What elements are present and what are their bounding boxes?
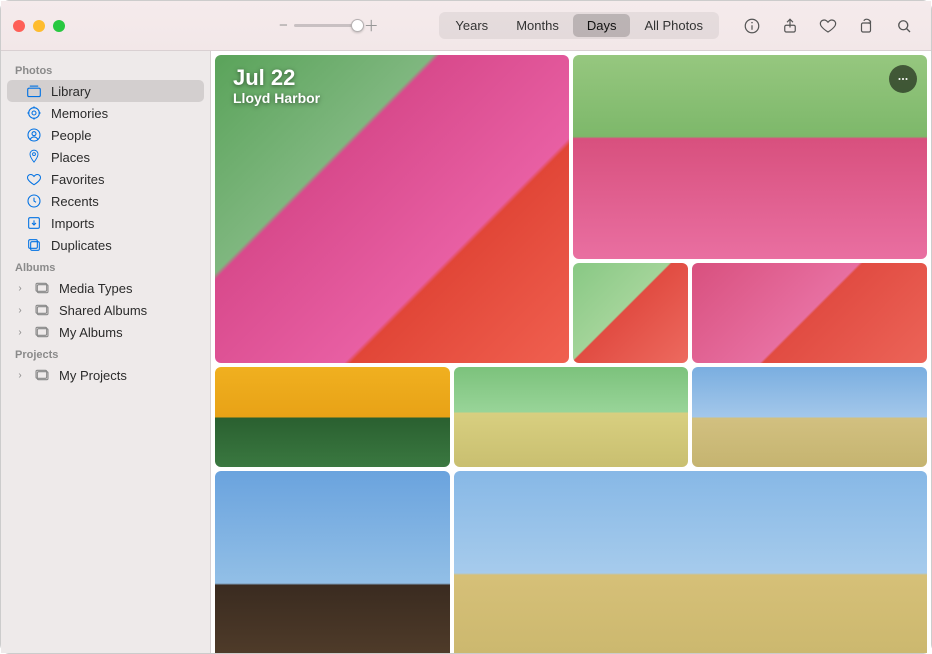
share-icon <box>781 17 799 35</box>
sidebar-item-memories[interactable]: Memories <box>7 102 204 124</box>
sidebar-section-photos: Photos <box>7 59 204 80</box>
photo-stack-icon <box>25 83 43 99</box>
window-controls <box>13 20 65 32</box>
share-button[interactable] <box>773 11 807 41</box>
search-icon <box>895 17 913 35</box>
chevron-right-icon[interactable]: › <box>15 370 25 381</box>
chevron-right-icon[interactable]: › <box>15 283 25 294</box>
sidebar-item-imports[interactable]: Imports <box>7 212 204 234</box>
photo-thumbnail[interactable] <box>692 367 927 467</box>
sidebar-item-label: Shared Albums <box>59 303 147 318</box>
zoom-window-button[interactable] <box>53 20 65 32</box>
sidebar-item-recents[interactable]: Recents <box>7 190 204 212</box>
sidebar-item-places[interactable]: Places <box>7 146 204 168</box>
photo-thumbnail[interactable] <box>692 263 927 363</box>
info-button[interactable] <box>735 11 769 41</box>
favorite-button[interactable] <box>811 11 845 41</box>
download-icon <box>25 215 43 231</box>
sidebar-item-my-albums[interactable]: › My Albums <box>7 321 204 343</box>
toolbar: − ＋ Years Months Days All Photos <box>1 1 931 51</box>
chevron-right-icon[interactable]: › <box>15 327 25 338</box>
sidebar-item-label: People <box>51 128 91 143</box>
sidebar-item-my-projects[interactable]: › My Projects <box>7 364 204 386</box>
day-location: Lloyd Harbor <box>233 90 320 106</box>
sidebar-item-label: My Albums <box>59 325 123 340</box>
photo-thumbnail[interactable] <box>573 263 688 363</box>
close-window-button[interactable] <box>13 20 25 32</box>
tab-days[interactable]: Days <box>573 14 631 37</box>
album-icon <box>33 280 51 296</box>
rotate-icon <box>857 17 875 35</box>
pin-icon <box>25 149 43 165</box>
person-circle-icon <box>25 127 43 143</box>
sidebar-item-label: Places <box>51 150 90 165</box>
sidebar-item-library[interactable]: Library <box>7 80 204 102</box>
sidebar-item-people[interactable]: People <box>7 124 204 146</box>
photo-thumbnail[interactable] <box>215 471 450 653</box>
rotate-button[interactable] <box>849 11 883 41</box>
toolbar-actions <box>735 11 921 41</box>
rectangle-stack-icon <box>25 237 43 253</box>
photo-thumbnail[interactable] <box>454 471 927 653</box>
zoom-slider[interactable]: − ＋ <box>279 15 379 36</box>
photo-thumbnail[interactable] <box>573 55 927 259</box>
sidebar-section-albums: Albums <box>7 256 204 277</box>
zoom-in-icon[interactable]: ＋ <box>364 15 379 36</box>
sidebar-section-projects: Projects <box>7 343 204 364</box>
zoom-out-icon[interactable]: − <box>279 17 288 34</box>
sidebar-item-label: Recents <box>51 194 99 209</box>
chevron-right-icon[interactable]: › <box>15 305 25 316</box>
sidebar-item-label: My Projects <box>59 368 127 383</box>
album-icon <box>33 302 51 318</box>
sidebar-item-label: Media Types <box>59 281 132 296</box>
day-date: Jul 22 <box>233 65 320 91</box>
heart-icon <box>819 17 837 35</box>
photo-thumbnail[interactable]: Jul 22 Lloyd Harbor <box>215 55 569 363</box>
day-header: Jul 22 Lloyd Harbor <box>233 65 320 106</box>
search-button[interactable] <box>887 11 921 41</box>
sidebar-item-duplicates[interactable]: Duplicates <box>7 234 204 256</box>
sidebar-item-label: Duplicates <box>51 238 112 253</box>
photo-grid-content[interactable]: Jul 22 Lloyd Harbor <box>211 51 931 653</box>
sidebar-item-favorites[interactable]: Favorites <box>7 168 204 190</box>
sidebar-item-label: Memories <box>51 106 108 121</box>
album-icon <box>33 324 51 340</box>
tab-months[interactable]: Months <box>502 14 573 37</box>
sidebar-item-shared-albums[interactable]: › Shared Albums <box>7 299 204 321</box>
photo-thumbnail[interactable] <box>454 367 689 467</box>
sidebar-item-media-types[interactable]: › Media Types <box>7 277 204 299</box>
tab-all-photos[interactable]: All Photos <box>630 14 717 37</box>
ellipsis-icon <box>896 72 910 86</box>
sidebar: Photos Library Memories People Places Fa… <box>1 51 211 653</box>
more-actions-button[interactable] <box>889 65 917 93</box>
info-circle-icon <box>743 17 761 35</box>
day-photo-grid: Jul 22 Lloyd Harbor <box>215 55 927 653</box>
view-segmented-control: Years Months Days All Photos <box>439 12 719 39</box>
sidebar-item-label: Library <box>51 84 91 99</box>
album-icon <box>33 367 51 383</box>
minimize-window-button[interactable] <box>33 20 45 32</box>
sidebar-item-label: Imports <box>51 216 94 231</box>
zoom-thumb[interactable] <box>351 19 364 32</box>
heart-icon <box>25 171 43 187</box>
memories-icon <box>25 105 43 121</box>
photo-thumbnail[interactable] <box>215 367 450 467</box>
sidebar-item-label: Favorites <box>51 172 104 187</box>
clock-icon <box>25 193 43 209</box>
tab-years[interactable]: Years <box>441 14 502 37</box>
zoom-track[interactable] <box>294 24 358 27</box>
